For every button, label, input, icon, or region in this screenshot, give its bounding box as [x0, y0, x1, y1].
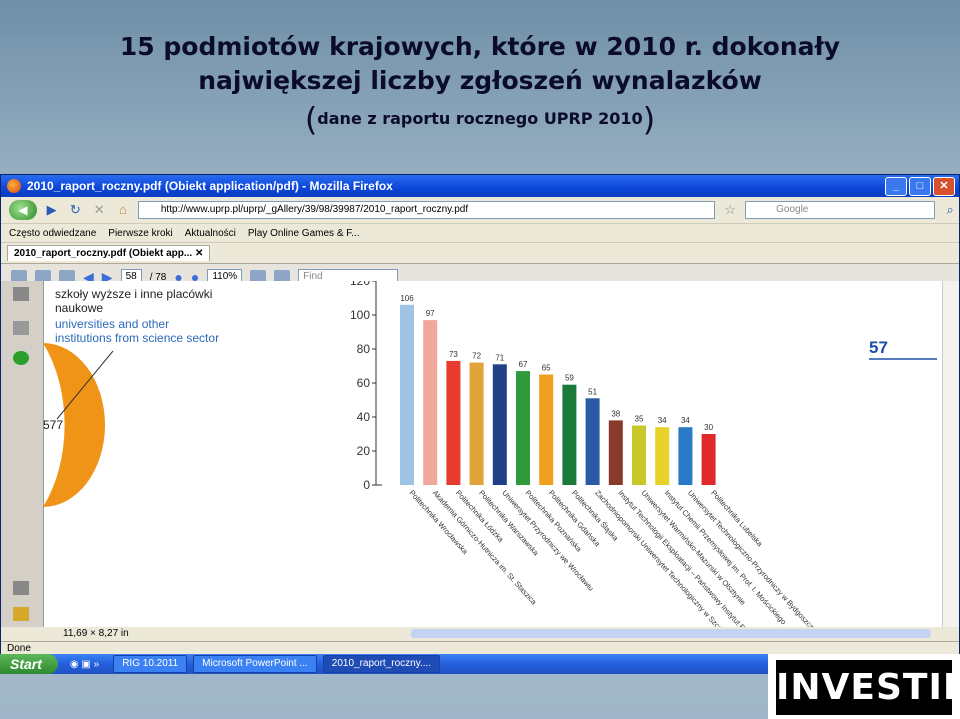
- paren-open: (: [304, 100, 318, 139]
- horizontal-scrollbar[interactable]: [411, 629, 931, 638]
- bookmarks-toolbar: Często odwiedzane Pierwsze kroki Aktualn…: [1, 224, 959, 243]
- bar-value-label: 106: [400, 294, 414, 303]
- y-tick-label: 60: [357, 376, 371, 390]
- bar: [678, 427, 693, 485]
- bar: [608, 420, 623, 485]
- bar-value-label: 97: [426, 309, 435, 318]
- bar-chart: 020406080100120106Politechnika Wrocławsk…: [350, 281, 818, 627]
- back-button[interactable]: ◀: [9, 200, 37, 220]
- home-button[interactable]: ⌂: [114, 201, 132, 219]
- bookmark-item[interactable]: Play Online Games & F...: [248, 228, 360, 239]
- minimize-button[interactable]: _: [885, 176, 907, 196]
- start-button[interactable]: Start: [0, 654, 58, 674]
- bar-value-label: 30: [704, 423, 713, 432]
- browser-window: 2010_raport_roczny.pdf (Obiekt applicati…: [0, 174, 960, 656]
- pie-value: 577: [43, 418, 63, 432]
- pie-label-pl-1: szkoły wyższe i inne placówki naukowe: [55, 287, 212, 315]
- taskbar-item[interactable]: 2010_raport_roczny....: [322, 655, 441, 673]
- tab-label: 2010_raport_roczny.pdf (Obiekt app...: [14, 248, 193, 259]
- y-tick-label: 100: [350, 308, 370, 322]
- bar: [423, 320, 438, 485]
- slide-subtitle: (dane z raportu rocznego UPRP 2010): [0, 104, 960, 136]
- y-tick-label: 0: [363, 478, 370, 492]
- bar-value-label: 34: [681, 416, 690, 425]
- pages-icon[interactable]: [13, 287, 29, 301]
- bar: [632, 425, 646, 485]
- taskbar-item[interactable]: Microsoft PowerPoint ...: [193, 655, 317, 673]
- pie-label-en-1: universities and other institutions from …: [55, 317, 219, 345]
- y-tick-label: 20: [357, 444, 371, 458]
- bar: [446, 360, 461, 485]
- title-line-2: największej liczby zgłoszeń wynalazków: [198, 66, 762, 95]
- bookmark-item[interactable]: Często odwiedzane: [9, 228, 96, 239]
- pdf-page-chart: szkoły wyższe i inne placówki naukowe uni…: [43, 281, 937, 627]
- search-icon[interactable]: ⌕: [941, 201, 959, 219]
- bar-value-label: 38: [611, 409, 620, 418]
- taskbar-item[interactable]: RIG 10.2011: [113, 655, 188, 673]
- vertical-scrollbar[interactable]: [942, 281, 959, 627]
- bar-value-label: 72: [472, 352, 481, 361]
- forward-button[interactable]: ▶: [43, 201, 61, 219]
- bookmark-item[interactable]: Pierwsze kroki: [108, 228, 172, 239]
- bar-value-label: 35: [635, 415, 644, 424]
- reload-button[interactable]: ↻: [66, 201, 84, 219]
- bar-value-label: 65: [542, 364, 551, 373]
- subtitle-text: dane z raportu rocznego UPRP 2010: [317, 109, 643, 128]
- search-input[interactable]: Google: [745, 201, 936, 219]
- bookmark-item[interactable]: Aktualności: [185, 228, 236, 239]
- tab-close-icon[interactable]: ✕: [195, 248, 203, 259]
- bookmark-star-icon[interactable]: ☆: [721, 201, 739, 219]
- page-size: 11,69 × 8,27 in: [63, 628, 129, 639]
- bar-value-label: 59: [565, 374, 574, 383]
- stop-button[interactable]: ✕: [90, 201, 108, 219]
- firefox-icon: [7, 179, 21, 193]
- y-tick-label: 40: [357, 410, 371, 424]
- bar-value-label: 34: [658, 416, 667, 425]
- help-icon[interactable]: [13, 351, 29, 365]
- y-tick-label: 80: [357, 342, 371, 356]
- bar-value-label: 71: [495, 353, 504, 362]
- bar: [492, 364, 507, 485]
- close-button[interactable]: ✕: [933, 176, 955, 196]
- bar-value-label: 67: [519, 360, 528, 369]
- tab-strip: 2010_raport_roczny.pdf (Obiekt app... ✕: [1, 243, 959, 264]
- bar: [655, 427, 670, 485]
- status-text: Done: [7, 643, 31, 654]
- bar-value-label: 73: [449, 350, 458, 359]
- pdf-side-panel: [1, 281, 44, 627]
- right-value: 57: [869, 338, 888, 357]
- tab-pdf[interactable]: 2010_raport_roczny.pdf (Obiekt app... ✕: [7, 245, 211, 261]
- quick-launch-icons[interactable]: ◉ ▣ »: [70, 659, 99, 670]
- navigation-toolbar: ◀ ▶ ↻ ✕ ⌂ http://www.uprp.pl/uprp/_gAlle…: [1, 197, 959, 224]
- investin-logo: INVESTIN: [768, 654, 960, 719]
- layers-icon[interactable]: [13, 321, 29, 335]
- attachments-icon[interactable]: [13, 581, 29, 595]
- slide-title: 15 podmiotów krajowych, które w 2010 r. …: [0, 30, 960, 136]
- maximize-button[interactable]: □: [909, 176, 931, 196]
- windows-taskbar: Start ◉ ▣ » RIG 10.2011 Microsoft PowerP…: [0, 654, 768, 674]
- url-bar[interactable]: http://www.uprp.pl/uprp/_gAllery/39/98/3…: [137, 201, 716, 219]
- window-title: 2010_raport_roczny.pdf (Obiekt applicati…: [27, 179, 393, 193]
- bar: [562, 384, 577, 485]
- pdf-viewport: szkoły wyższe i inne placówki naukowe uni…: [1, 281, 959, 627]
- bar: [585, 398, 600, 485]
- paren-close: ): [642, 100, 656, 139]
- bar-value-label: 51: [588, 387, 597, 396]
- comments-icon[interactable]: [13, 607, 29, 621]
- bar: [539, 374, 554, 485]
- pdf-status-bar: 11,69 × 8,27 in: [1, 627, 959, 641]
- window-titlebar: 2010_raport_roczny.pdf (Obiekt applicati…: [1, 175, 959, 197]
- bar: [400, 304, 414, 485]
- y-tick-label: 120: [350, 281, 370, 288]
- logo-text: INVESTIN: [776, 660, 960, 715]
- bar: [701, 434, 716, 485]
- bar: [469, 362, 484, 485]
- bar: [516, 371, 530, 485]
- title-line-1: 15 podmiotów krajowych, które w 2010 r. …: [119, 32, 841, 61]
